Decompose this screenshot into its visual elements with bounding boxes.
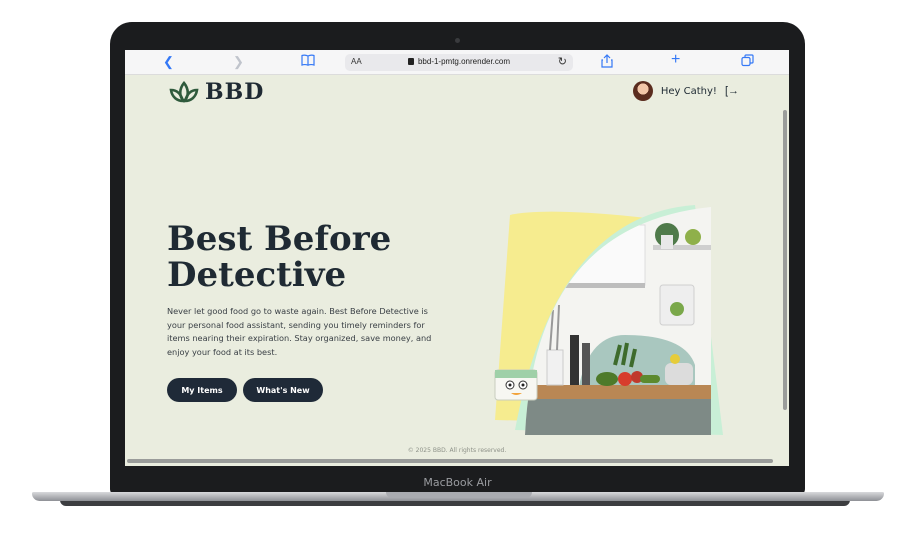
logo-text: BBD [205,79,265,105]
browser-toolbar: ❮ ❯ AA bbd-1-pmtg.onrender.com ↻ + [125,50,789,75]
hero-title-line2: Detective [167,255,347,295]
browser-screen: ❮ ❯ AA bbd-1-pmtg.onrender.com ↻ + BBD H… [125,50,789,466]
horizontal-scrollbar[interactable] [127,459,773,463]
vertical-scrollbar[interactable] [783,110,787,410]
kitchen-illustration [494,205,723,435]
hero-title-line1: Best Before [167,219,392,259]
detective-mascot [494,369,538,401]
bookmarks-icon[interactable] [301,54,315,70]
avatar[interactable] [632,81,653,101]
lock-icon [407,58,414,65]
new-tab-icon[interactable]: + [671,52,680,68]
leaf-logo-icon [169,80,199,103]
device-label: MacBook Air [423,476,492,489]
site-logo[interactable]: BBD [169,79,264,105]
logout-icon[interactable]: [→ [725,85,739,97]
user-greeting: Hey Cathy! [660,85,717,97]
laptop-hinge-notch [386,492,532,498]
forward-icon[interactable]: ❯ [233,54,244,70]
footer-copyright: © 2025 BBD. All rights reserved. [407,447,507,454]
hero-title: Best Before Detective [167,221,437,293]
url-value: bbd-1-pmtg.onrender.com [417,57,511,66]
reload-icon[interactable]: ↻ [558,55,567,68]
whats-new-button[interactable]: What's New [243,378,323,402]
url-text: bbd-1-pmtg.onrender.com [345,57,573,66]
back-icon[interactable]: ❮ [163,54,174,70]
user-menu: Hey Cathy! [→ [632,81,739,101]
hero-description: Never let good food go to waste again. B… [167,306,432,357]
camera [455,38,460,43]
share-icon[interactable] [601,54,613,72]
address-bar[interactable]: AA bbd-1-pmtg.onrender.com ↻ [345,54,573,71]
tabs-icon[interactable] [741,54,754,71]
my-items-button[interactable]: My Items [167,378,237,402]
web-page: BBD Hey Cathy! [→ Best Before Detective … [125,75,789,459]
